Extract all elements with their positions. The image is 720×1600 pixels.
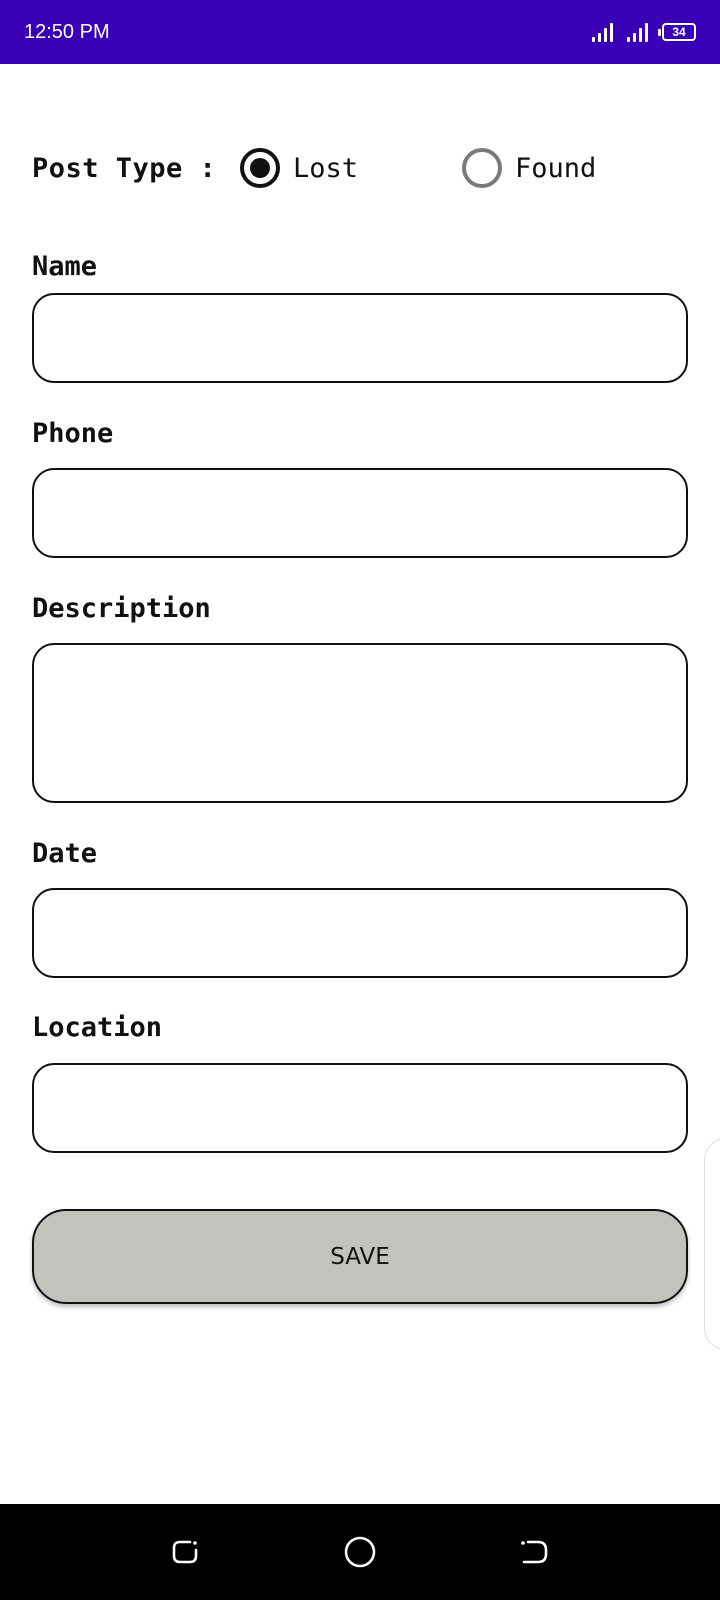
recent-apps-icon[interactable]: [168, 1534, 204, 1570]
radio-lost-label: Lost: [293, 152, 359, 184]
radio-found[interactable]: Found: [462, 148, 596, 188]
description-label: Description: [32, 593, 211, 624]
battery-icon: 34: [658, 23, 696, 41]
radio-unchecked-icon[interactable]: [462, 148, 502, 188]
status-icons: 34: [592, 22, 696, 42]
radio-checked-icon[interactable]: [240, 148, 280, 188]
post-type-group: Post Type : Lost Found: [32, 140, 692, 196]
battery-level: 34: [672, 25, 686, 39]
status-time: 12:50 PM: [24, 20, 110, 43]
signal-icon: [592, 22, 613, 42]
name-label: Name: [32, 251, 98, 282]
description-field[interactable]: [32, 643, 688, 803]
home-icon[interactable]: [342, 1534, 378, 1570]
location-field[interactable]: [32, 1063, 688, 1153]
signal-icon: [627, 22, 648, 42]
date-field[interactable]: [32, 888, 688, 978]
radio-lost[interactable]: Lost: [240, 148, 358, 188]
name-field[interactable]: [32, 293, 688, 383]
phone-label: Phone: [32, 418, 114, 449]
location-label: Location: [32, 1012, 163, 1043]
save-button[interactable]: SAVE: [32, 1209, 688, 1304]
status-bar: 12:50 PM 34: [0, 0, 720, 64]
radio-found-label: Found: [515, 152, 597, 184]
back-icon[interactable]: [516, 1534, 552, 1570]
date-label: Date: [32, 838, 98, 869]
edge-panel-handle[interactable]: [704, 1138, 720, 1350]
phone-field[interactable]: [32, 468, 688, 558]
post-type-label: Post Type :: [32, 152, 217, 184]
navigation-bar: [0, 1504, 720, 1600]
